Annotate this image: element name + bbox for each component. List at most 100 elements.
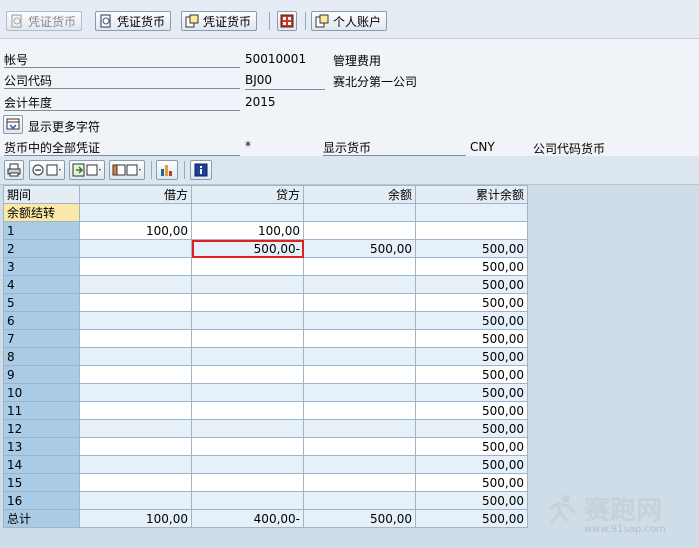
debit-cell[interactable]	[79, 347, 192, 366]
period-cell[interactable]: 5	[3, 293, 80, 312]
balance-cell[interactable]	[303, 275, 416, 294]
debit-cell[interactable]	[79, 491, 192, 510]
period-cell[interactable]: 7	[3, 329, 80, 348]
cumulative-cell[interactable]: 500,00	[415, 509, 528, 528]
cumulative-cell[interactable]: 500,00	[415, 401, 528, 420]
period-cell[interactable]: 14	[3, 455, 80, 474]
cumulative-cell[interactable]	[415, 221, 528, 240]
credit-cell[interactable]	[191, 473, 304, 492]
debit-cell[interactable]: 100,00	[79, 509, 192, 528]
period-cell[interactable]: 6	[3, 311, 80, 330]
cumulative-cell[interactable]: 500,00	[415, 329, 528, 348]
cumulative-cell[interactable]: 500,00	[415, 419, 528, 438]
debit-cell[interactable]	[79, 203, 192, 222]
period-cell[interactable]: 13	[3, 437, 80, 456]
credit-cell[interactable]: 500,00-	[191, 239, 304, 258]
debit-cell[interactable]	[79, 311, 192, 330]
debit-cell[interactable]	[79, 383, 192, 402]
credit-cell[interactable]	[191, 455, 304, 474]
debit-cell[interactable]	[79, 419, 192, 438]
export-button[interactable]	[69, 160, 105, 180]
period-cell[interactable]: 12	[3, 419, 80, 438]
debit-cell[interactable]	[79, 293, 192, 312]
column-header-credit[interactable]: 贷方	[191, 185, 304, 204]
credit-cell[interactable]	[191, 293, 304, 312]
balance-cell[interactable]	[303, 419, 416, 438]
balance-cell[interactable]	[303, 203, 416, 222]
debit-cell[interactable]: 100,00	[79, 221, 192, 240]
cumulative-cell[interactable]: 500,00	[415, 275, 528, 294]
balance-cell[interactable]	[303, 401, 416, 420]
credit-cell[interactable]	[191, 203, 304, 222]
doc-currency-button-1[interactable]: 凭证货币	[6, 11, 83, 31]
period-cell[interactable]: 2	[3, 239, 80, 258]
column-header-debit[interactable]: 借方	[79, 185, 192, 204]
credit-cell[interactable]	[191, 329, 304, 348]
balance-cell[interactable]	[303, 329, 416, 348]
cumulative-cell[interactable]: 500,00	[415, 257, 528, 276]
cumulative-cell[interactable]: 500,00	[415, 383, 528, 402]
balance-cell[interactable]	[303, 383, 416, 402]
credit-cell[interactable]	[191, 311, 304, 330]
column-header-cumulative[interactable]: 累计余额	[415, 185, 528, 204]
balance-cell[interactable]	[303, 437, 416, 456]
debit-cell[interactable]	[79, 365, 192, 384]
cumulative-cell[interactable]: 500,00	[415, 455, 528, 474]
info-button[interactable]	[190, 160, 212, 180]
period-cell[interactable]: 余额结转	[3, 203, 80, 222]
cumulative-cell[interactable]: 500,00	[415, 239, 528, 258]
cumulative-cell[interactable]: 500,00	[415, 365, 528, 384]
period-cell[interactable]: 9	[3, 365, 80, 384]
chart-button[interactable]	[156, 160, 178, 180]
balance-cell[interactable]	[303, 257, 416, 276]
credit-cell[interactable]	[191, 419, 304, 438]
cumulative-cell[interactable]: 500,00	[415, 491, 528, 510]
balance-cell[interactable]	[303, 311, 416, 330]
credit-cell[interactable]	[191, 365, 304, 384]
layout-button[interactable]	[109, 160, 145, 180]
print-button[interactable]	[4, 160, 24, 180]
calculator-button[interactable]	[277, 11, 297, 31]
credit-cell[interactable]	[191, 383, 304, 402]
balance-cell[interactable]	[303, 473, 416, 492]
period-cell[interactable]: 10	[3, 383, 80, 402]
credit-cell[interactable]	[191, 437, 304, 456]
filter-button[interactable]	[29, 160, 65, 180]
period-cell[interactable]: 4	[3, 275, 80, 294]
cumulative-cell[interactable]: 500,00	[415, 437, 528, 456]
credit-cell[interactable]: 100,00	[191, 221, 304, 240]
debit-cell[interactable]	[79, 329, 192, 348]
balance-cell[interactable]: 500,00	[303, 509, 416, 528]
debit-cell[interactable]	[79, 473, 192, 492]
balance-cell[interactable]: 500,00	[303, 239, 416, 258]
cumulative-cell[interactable]: 500,00	[415, 311, 528, 330]
debit-cell[interactable]	[79, 437, 192, 456]
more-chars-button[interactable]	[3, 115, 23, 134]
credit-cell[interactable]	[191, 275, 304, 294]
balance-cell[interactable]	[303, 365, 416, 384]
column-header-period[interactable]: 期间	[3, 185, 80, 204]
credit-cell[interactable]	[191, 257, 304, 276]
cumulative-cell[interactable]: 500,00	[415, 473, 528, 492]
total-label-cell[interactable]: 总计	[3, 509, 80, 528]
doc-currency-button-3[interactable]: 凭证货币	[181, 11, 258, 31]
debit-cell[interactable]	[79, 275, 192, 294]
balance-cell[interactable]	[303, 347, 416, 366]
period-cell[interactable]: 11	[3, 401, 80, 420]
cumulative-cell[interactable]: 500,00	[415, 293, 528, 312]
balance-cell[interactable]	[303, 293, 416, 312]
doc-currency-button-2[interactable]: 凭证货币	[95, 11, 172, 31]
cumulative-cell[interactable]	[415, 203, 528, 222]
credit-cell[interactable]: 400,00-	[191, 509, 304, 528]
debit-cell[interactable]	[79, 239, 192, 258]
balance-cell[interactable]	[303, 221, 416, 240]
balance-cell[interactable]	[303, 455, 416, 474]
balance-cell[interactable]	[303, 491, 416, 510]
period-cell[interactable]: 8	[3, 347, 80, 366]
personal-account-button[interactable]: 个人账户	[311, 11, 388, 31]
period-cell[interactable]: 16	[3, 491, 80, 510]
debit-cell[interactable]	[79, 257, 192, 276]
column-header-balance[interactable]: 余额	[303, 185, 416, 204]
credit-cell[interactable]	[191, 491, 304, 510]
cumulative-cell[interactable]: 500,00	[415, 347, 528, 366]
